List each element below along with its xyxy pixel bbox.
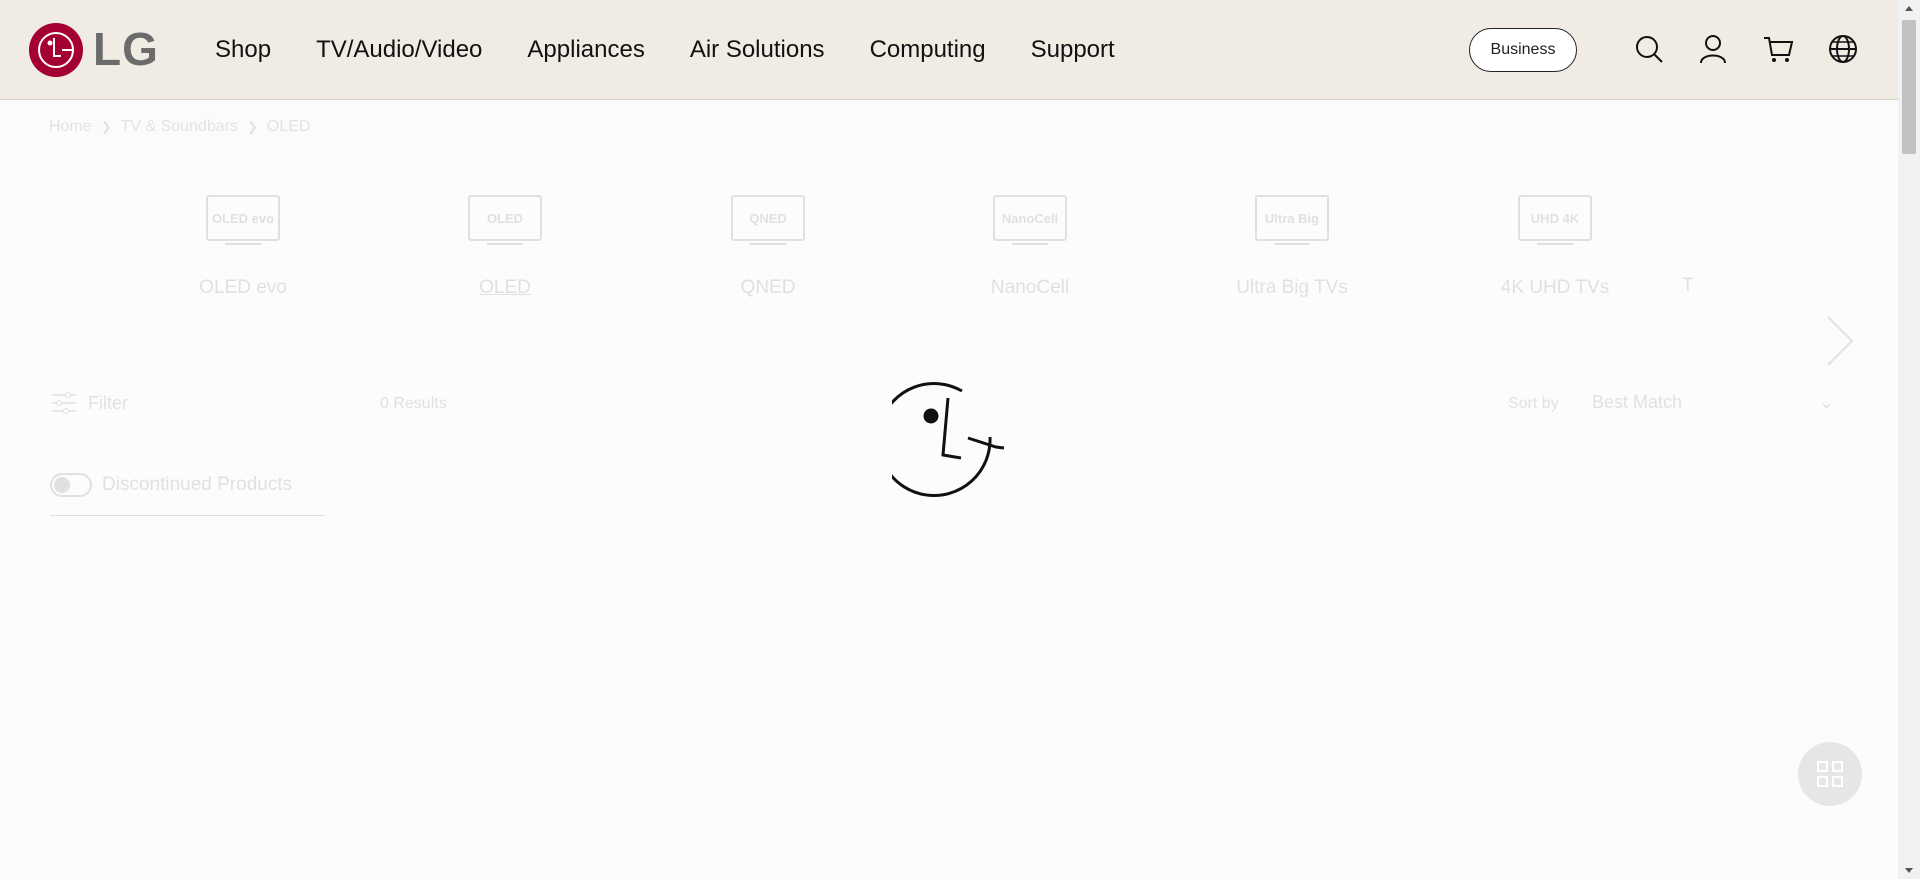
tv-icon: Ultra Big <box>1255 195 1329 241</box>
sort-value: Best Match <box>1592 392 1683 412</box>
category-partial[interactable]: T <box>1682 195 1742 297</box>
tv-icon: OLED <box>468 195 542 241</box>
loading-spinner-icon <box>892 382 1005 497</box>
tv-icon: UHD 4K <box>1518 195 1592 241</box>
scroll-up-icon[interactable] <box>1898 0 1920 18</box>
breadcrumb-home[interactable]: Home <box>49 118 92 136</box>
quick-menu-button[interactable] <box>1798 742 1862 806</box>
chevron-down-icon: ⌄ <box>1818 392 1834 412</box>
nav-tv-audio-video[interactable]: TV/Audio/Video <box>316 36 482 64</box>
filter-button[interactable]: Filter <box>52 392 128 414</box>
site-header: LG Shop TV/Audio/Video Appliances Air So… <box>0 0 1898 100</box>
cart-icon[interactable] <box>1762 33 1794 65</box>
chevron-right-icon: ❯ <box>100 119 112 134</box>
category-ultra-big[interactable]: Ultra Big Ultra Big TVs <box>1212 195 1372 299</box>
discontinued-label: Discontinued Products <box>102 474 293 495</box>
nav-appliances[interactable]: Appliances <box>527 36 644 64</box>
chevron-right-icon[interactable] <box>1822 313 1858 369</box>
category-label: NanoCell <box>990 277 1070 298</box>
category-nanocell[interactable]: NanoCell NanoCell <box>950 195 1110 299</box>
breadcrumb: Home ❯ TV & Soundbars ❯ OLED <box>49 118 310 136</box>
scroll-down-icon[interactable] <box>1898 861 1920 879</box>
discontinued-toggle[interactable] <box>50 473 92 497</box>
category-4k-uhd[interactable]: UHD 4K 4K UHD TVs <box>1475 195 1635 299</box>
tv-icon: OLED evo <box>206 195 280 241</box>
business-button[interactable]: Business <box>1469 28 1577 72</box>
chevron-right-icon: ❯ <box>247 119 258 134</box>
category-oled-evo[interactable]: OLED evo OLED evo <box>163 195 323 299</box>
breadcrumb-oled: OLED <box>266 118 311 135</box>
nav-computing[interactable]: Computing <box>870 36 986 64</box>
tv-icon: QNED <box>731 195 805 241</box>
globe-icon[interactable] <box>1827 33 1859 65</box>
category-label: OLED <box>479 277 531 298</box>
nav-support[interactable]: Support <box>1031 36 1115 64</box>
sort-by-label: Sort by <box>1508 395 1559 412</box>
breadcrumb-tv-soundbars[interactable]: TV & Soundbars <box>121 118 238 136</box>
category-label: QNED <box>740 277 796 298</box>
category-carousel: OLED evo OLED evo OLED OLED QNED QNED Na… <box>0 195 1898 366</box>
page-scrollbar[interactable] <box>1898 0 1920 879</box>
tv-icon: NanoCell <box>993 195 1067 241</box>
filter-label: Filter <box>88 392 128 413</box>
sort-select[interactable]: Best Match ⌄ <box>1592 392 1834 413</box>
category-label: T <box>1682 275 1694 296</box>
category-label: 4K UHD TVs <box>1500 277 1610 298</box>
discontinued-toggle-row: Discontinued Products <box>50 473 292 497</box>
category-label: Ultra Big TVs <box>1236 277 1348 298</box>
divider <box>50 515 325 516</box>
category-label: OLED evo <box>199 277 287 298</box>
filter-icon <box>52 392 76 414</box>
results-count: 0 Results <box>380 395 447 412</box>
nav-shop[interactable]: Shop <box>215 36 271 64</box>
category-qned[interactable]: QNED QNED <box>688 195 848 299</box>
category-oled[interactable]: OLED OLED <box>425 195 585 299</box>
account-icon[interactable] <box>1697 33 1729 65</box>
nav-air-solutions[interactable]: Air Solutions <box>690 36 825 64</box>
search-icon[interactable] <box>1633 33 1665 65</box>
logo-text: LG <box>93 23 159 75</box>
grid-icon <box>1817 761 1843 787</box>
scrollbar-thumb[interactable] <box>1902 20 1916 154</box>
breadcrumb-bar: Home ❯ TV & Soundbars ❯ OLED <box>0 100 1898 155</box>
main-nav: Shop TV/Audio/Video Appliances Air Solut… <box>215 0 1160 99</box>
